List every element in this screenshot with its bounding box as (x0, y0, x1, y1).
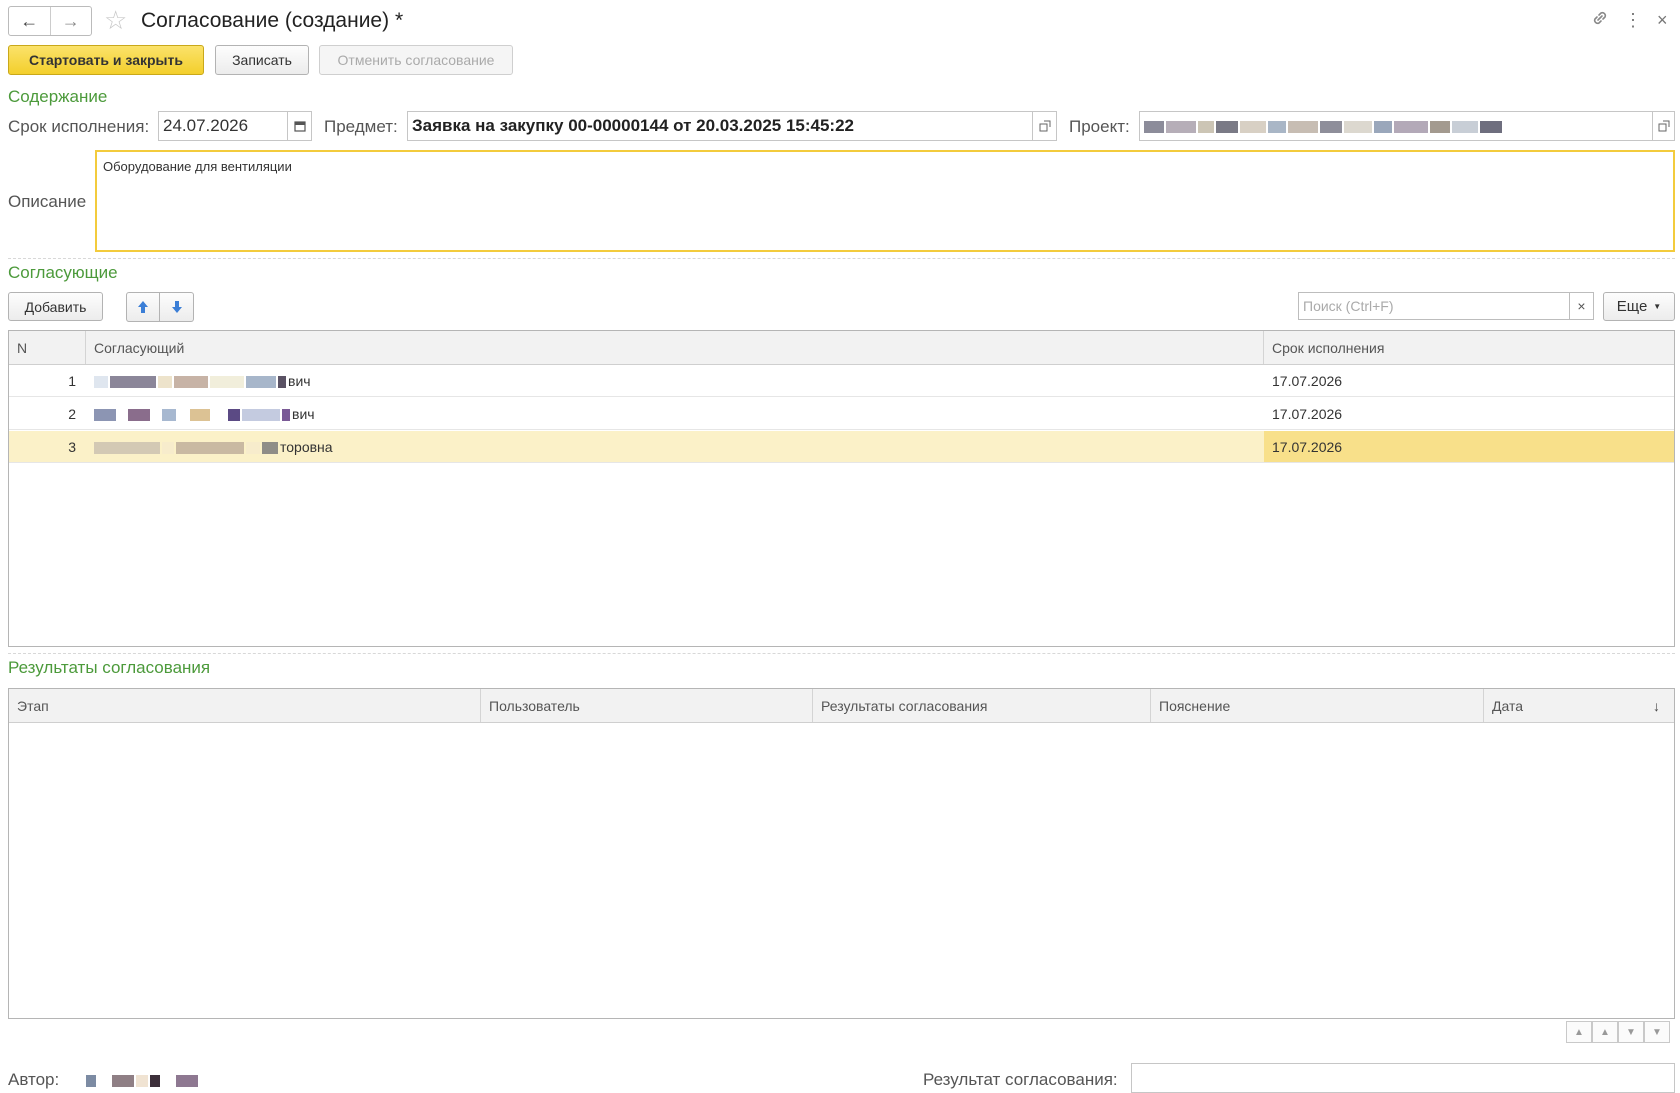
redacted-name (94, 439, 280, 455)
open-subject-icon[interactable] (1033, 111, 1057, 141)
table-row-selected[interactable]: 3 торовна 17.07.2026 (9, 431, 1674, 463)
approver-name: вич (86, 365, 1264, 396)
calendar-icon[interactable] (288, 111, 312, 141)
approval-result-input[interactable] (1131, 1063, 1675, 1093)
column-header-comment[interactable]: Пояснение (1151, 689, 1484, 722)
add-approver-button[interactable]: Добавить (8, 292, 103, 321)
section-content-title: Содержание (8, 87, 108, 106)
more-label: Еще (1616, 298, 1648, 315)
move-down-icon[interactable] (160, 292, 194, 322)
approver-due-date: 17.07.2026 (1264, 431, 1674, 462)
section-divider (8, 258, 1675, 259)
column-header-due-date[interactable]: Срок исполнения (1264, 331, 1674, 364)
cancel-approval-button[interactable]: Отменить согласование (319, 45, 513, 75)
redacted-author (86, 1072, 200, 1089)
scroll-last-icon[interactable]: ▼ (1644, 1021, 1670, 1043)
close-icon[interactable]: × (1657, 8, 1668, 32)
more-button[interactable]: Еще ▼ (1603, 292, 1675, 321)
approver-name-suffix: вич (288, 372, 311, 389)
link-icon[interactable] (1590, 8, 1610, 34)
column-header-stage[interactable]: Этап (9, 689, 481, 722)
subject-label: Предмет: (324, 117, 398, 136)
approvers-table-header: N Согласующий Срок исполнения (9, 331, 1674, 365)
results-table-header: Этап Пользователь Результаты согласовани… (9, 689, 1674, 723)
column-header-user[interactable]: Пользователь (481, 689, 813, 722)
open-project-icon[interactable] (1653, 111, 1675, 141)
project-input[interactable] (1139, 111, 1653, 141)
scroll-up-icon[interactable]: ▲ (1592, 1021, 1618, 1043)
redacted-name (94, 406, 292, 422)
redacted-name (94, 373, 288, 389)
save-button[interactable]: Записать (215, 45, 309, 75)
move-up-icon[interactable] (126, 292, 160, 322)
due-date-input[interactable]: 24.07.2026 (158, 111, 288, 141)
description-textarea[interactable]: Оборудование для вентиляции (95, 150, 1675, 252)
approver-due-date: 17.07.2026 (1272, 372, 1343, 389)
sort-down-arrow-icon[interactable]: ↓ (1653, 698, 1660, 714)
approver-name-suffix: вич (292, 405, 315, 422)
back-arrow-icon[interactable]: ← (9, 7, 50, 35)
column-header-number[interactable]: N (9, 331, 86, 364)
clear-search-icon[interactable]: × (1570, 292, 1594, 320)
scroll-first-icon[interactable]: ▲ (1566, 1021, 1592, 1043)
scroll-down-icon[interactable]: ▼ (1618, 1021, 1644, 1043)
project-label: Проект: (1069, 117, 1130, 136)
column-header-approver[interactable]: Согласующий (86, 331, 1264, 364)
approvers-table: N Согласующий Срок исполнения 1 вич 17.0… (8, 330, 1675, 647)
chevron-down-icon: ▼ (1653, 302, 1662, 311)
star-icon[interactable]: ☆ (104, 6, 127, 34)
column-header-date-label: Дата (1492, 697, 1524, 714)
more-icon[interactable]: ⋮ (1624, 8, 1642, 32)
approver-due-date: 17.07.2026 (1272, 405, 1343, 422)
forward-arrow-icon[interactable]: → (49, 7, 92, 35)
approver-name: торовна (86, 431, 1264, 462)
column-header-approval-results[interactable]: Результаты согласования (813, 689, 1151, 722)
search-input[interactable]: Поиск (Ctrl+F) (1298, 292, 1570, 320)
section-approvers-title: Согласующие (8, 263, 118, 282)
row-number: 2 (68, 405, 76, 422)
approver-name-suffix: торовна (280, 438, 333, 455)
approval-result-label: Результат согласования: (923, 1070, 1118, 1089)
redacted-project-value (1144, 116, 1504, 136)
row-number: 1 (68, 372, 76, 389)
window-title: Согласование (создание) * (141, 9, 404, 32)
subject-input[interactable]: Заявка на закупку 00-00000144 от 20.03.2… (407, 111, 1033, 141)
description-label: Описание (8, 192, 87, 211)
table-row[interactable]: 1 вич 17.07.2026 (9, 365, 1674, 397)
due-date-label: Срок исполнения: (8, 117, 150, 136)
section-results-title: Результаты согласования (8, 658, 211, 677)
table-row[interactable]: 2 вич 17.07.2026 (9, 398, 1674, 430)
column-header-date[interactable]: Дата ↓ (1484, 689, 1674, 722)
section-divider (8, 653, 1675, 654)
approver-name: вич (86, 398, 1264, 429)
author-label: Автор: (8, 1070, 60, 1089)
results-table: Этап Пользователь Результаты согласовани… (8, 688, 1675, 1019)
nav-button-group: ← → (8, 6, 92, 36)
row-number: 3 (68, 438, 76, 455)
start-and-close-button[interactable]: Стартовать и закрыть (8, 45, 204, 75)
